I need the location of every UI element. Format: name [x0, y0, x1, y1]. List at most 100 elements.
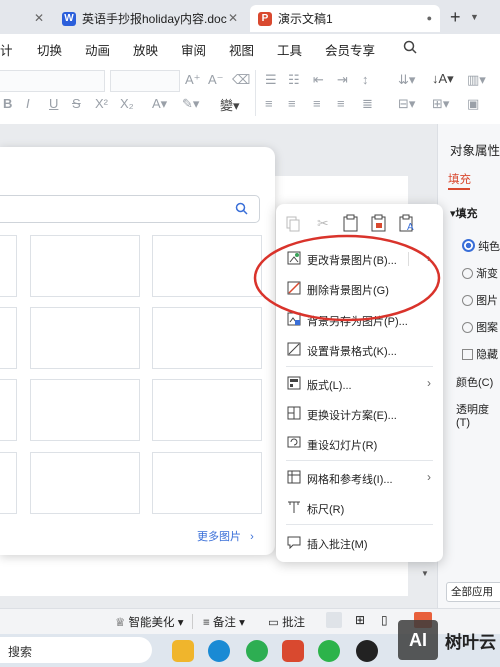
columns-icon[interactable]: ▥▾	[467, 72, 486, 88]
slide-sorter-icon[interactable]: ⊞	[355, 613, 365, 627]
text-direction-icon[interactable]: ⇊▾	[398, 72, 415, 88]
font-color-icon[interactable]: A▾	[152, 96, 167, 112]
more-pictures-link[interactable]: 更多图片 ›	[197, 528, 254, 544]
menu-item-member[interactable]: 会员专享	[325, 40, 375, 59]
chevron-right-icon: ›	[427, 376, 431, 390]
menu-item-animation[interactable]: 动画	[85, 40, 110, 59]
comment-icon	[287, 536, 301, 549]
picture-thumbnail[interactable]	[30, 379, 140, 441]
picture-thumbnail[interactable]	[30, 452, 140, 514]
menu-item-tools[interactable]: 工具	[277, 40, 302, 59]
tab-partial[interactable]: ✕	[0, 5, 50, 32]
ribbon-divider	[255, 70, 256, 116]
close-icon[interactable]: ✕	[228, 11, 238, 25]
annotation-circle	[253, 234, 441, 322]
distribute-icon[interactable]: ≣	[362, 96, 373, 112]
sort-icon[interactable]: ↓A▾	[432, 71, 454, 87]
line-spacing-icon[interactable]: ↕	[362, 72, 369, 87]
format-background-item[interactable]: 设置背景格式(K)...	[276, 337, 443, 363]
highlight-icon[interactable]: ✎▾	[182, 96, 199, 112]
phonetic-guide-icon[interactable]: 變▾	[220, 95, 240, 114]
taskbar-search[interactable]: 搜索	[0, 637, 152, 663]
superscript-icon[interactable]: X²	[95, 96, 108, 111]
smart-beautify-button[interactable]: ♕ 智能美化 ▾	[115, 614, 183, 630]
fill-section-header[interactable]: ▾填充	[450, 205, 478, 221]
search-icon[interactable]	[235, 202, 248, 215]
color-label: 颜色(C)	[456, 377, 494, 389]
picture-thumbnail[interactable]	[152, 307, 262, 369]
radio-gradient[interactable]: 渐变	[462, 265, 498, 281]
menu-item-view[interactable]: 视图	[229, 40, 254, 59]
picture-thumbnail[interactable]	[0, 307, 17, 369]
taskbar-search-label: 搜索	[8, 645, 33, 659]
justify-icon[interactable]: ≡	[337, 96, 345, 111]
normal-view-icon[interactable]	[326, 612, 342, 628]
tab-presentation[interactable]: P 演示文稿1 ●	[250, 5, 440, 32]
wechat-icon[interactable]	[318, 640, 340, 662]
tab-fill[interactable]: 填充	[448, 171, 471, 187]
insert-comment-item[interactable]: 插入批注(M)	[276, 530, 443, 556]
text-align-icon[interactable]: ⊟▾	[398, 96, 415, 112]
bold-icon[interactable]: B	[3, 96, 12, 111]
apply-all-button[interactable]: 全部应用	[446, 582, 500, 602]
align-left-icon[interactable]: ≡	[265, 96, 273, 111]
status-divider	[192, 614, 193, 629]
radio-pattern[interactable]: 图案	[462, 319, 498, 335]
picture-thumbnail[interactable]	[30, 235, 140, 297]
subscript-icon[interactable]: X₂	[120, 96, 134, 111]
align-center-icon[interactable]: ≡	[288, 96, 296, 111]
menu-item-design[interactable]: 计	[0, 40, 13, 59]
font-name-dropdown[interactable]	[0, 70, 105, 92]
search-icon[interactable]	[403, 40, 417, 54]
chevron-down-icon[interactable]: ▼	[470, 12, 479, 22]
menu-item-review[interactable]: 审阅	[181, 40, 206, 59]
convert-smartart-icon[interactable]: ⊞▾	[432, 96, 449, 112]
tab-dot-icon[interactable]: ●	[427, 13, 432, 23]
picture-thumbnail[interactable]	[152, 379, 262, 441]
notes-button[interactable]: ≡ 备注 ▾	[203, 614, 245, 630]
numbered-list-icon[interactable]: ☷	[288, 72, 300, 88]
increase-indent-icon[interactable]: ⇥	[337, 72, 348, 88]
bullet-list-icon[interactable]: ☰	[265, 72, 277, 88]
picture-thumbnail[interactable]	[0, 235, 17, 297]
increase-font-icon[interactable]: A⁺	[185, 72, 201, 88]
text-box-icon[interactable]: ▣	[467, 96, 479, 112]
picture-thumbnail[interactable]	[0, 379, 17, 441]
menu-item-slideshow[interactable]: 放映	[133, 40, 158, 59]
tab-word-doc[interactable]: W 英语手抄报holiday内容.doc ✕	[54, 5, 246, 32]
underline-icon[interactable]: U	[49, 96, 58, 111]
file-explorer-icon[interactable]	[172, 640, 194, 662]
ruler-item[interactable]: 标尺(R)	[276, 495, 443, 521]
panel-title: 对象属性	[450, 144, 500, 158]
italic-icon[interactable]: I	[26, 96, 30, 111]
layout-item[interactable]: 版式(L)... ›	[276, 371, 443, 397]
checkbox-hide[interactable]: 隐藏	[462, 346, 498, 362]
picture-thumbnail[interactable]	[0, 452, 17, 514]
decrease-font-icon[interactable]: A⁻	[208, 72, 224, 88]
app-icon[interactable]	[356, 640, 378, 662]
grid-guides-item[interactable]: 网格和参考线(I)... ›	[276, 465, 443, 491]
edge-browser-icon[interactable]	[208, 640, 230, 662]
reading-view-icon[interactable]: ▯	[381, 613, 388, 627]
picture-thumbnail[interactable]	[152, 452, 262, 514]
new-tab-icon[interactable]: +	[450, 7, 461, 28]
font-size-dropdown[interactable]	[110, 70, 180, 92]
close-icon[interactable]: ✕	[34, 11, 44, 25]
comments-button[interactable]: ▭ 批注	[268, 614, 305, 630]
reset-slide-item[interactable]: 重设幻灯片(R)	[276, 431, 443, 457]
radio-solid[interactable]: 纯色	[462, 238, 500, 254]
wps-office-icon[interactable]	[282, 640, 304, 662]
grid-icon	[287, 470, 301, 484]
align-right-icon[interactable]: ≡	[313, 96, 321, 111]
picture-thumbnail[interactable]	[30, 307, 140, 369]
strikethrough-icon[interactable]: S	[72, 96, 81, 111]
picture-search-input[interactable]	[0, 195, 260, 223]
clear-format-icon[interactable]: ⌫	[232, 72, 250, 88]
radio-picture[interactable]: 图片	[462, 292, 498, 308]
scroll-down-icon[interactable]: ▼	[421, 569, 429, 578]
decrease-indent-icon[interactable]: ⇤	[313, 72, 324, 88]
change-design-item[interactable]: 更换设计方案(E)...	[276, 401, 443, 427]
menu-item-transition[interactable]: 切换	[37, 40, 62, 59]
picture-thumbnail[interactable]	[152, 235, 262, 297]
browser-icon[interactable]	[246, 640, 268, 662]
